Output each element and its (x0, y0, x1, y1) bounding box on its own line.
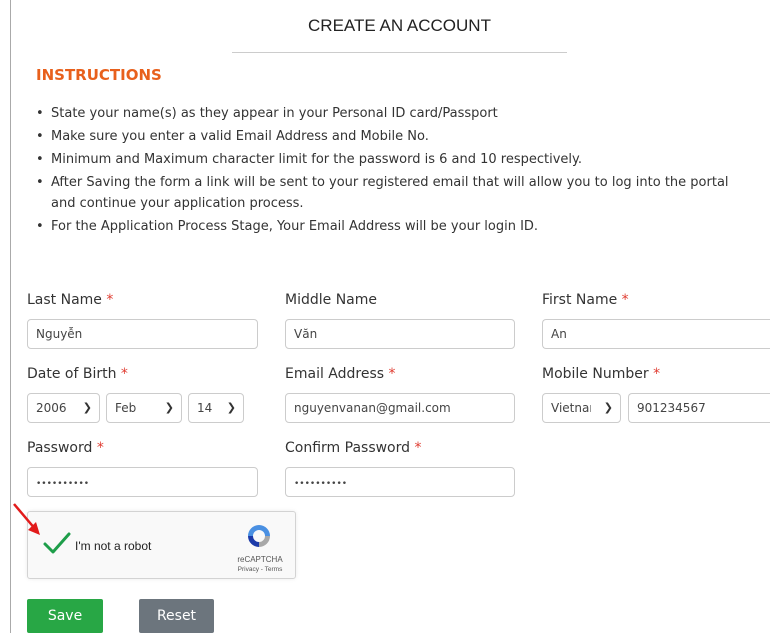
middle-name-label: Middle Name (285, 292, 377, 308)
required-mark: * (106, 292, 114, 308)
instruction-item: Minimum and Maximum character limit for … (36, 149, 756, 170)
required-mark: * (388, 366, 396, 382)
email-label: Email Address * (285, 366, 396, 382)
title-divider (232, 52, 567, 53)
confirm-password-label: Confirm Password * (285, 440, 421, 456)
confirm-password-masked-value[interactable]: •••••••••• (294, 479, 347, 489)
instruction-item: For the Application Process Stage, Your … (36, 216, 756, 237)
first-name-label: First Name * (542, 292, 629, 308)
mobile-label: Mobile Number * (542, 366, 660, 382)
chevron-down-icon: ❯ (226, 401, 236, 414)
recaptcha-brand: reCAPTCHA (237, 555, 283, 564)
save-button[interactable]: Save (27, 599, 103, 633)
first-name-input[interactable] (551, 320, 762, 348)
password-field[interactable]: •••••••••• (27, 467, 258, 497)
dob-year-value: 2006 (36, 401, 67, 415)
annotation-arrow-icon (13, 503, 40, 535)
last-name-label: Last Name * (27, 292, 113, 308)
country-code-select[interactable]: Vietnam ❯ (542, 393, 621, 423)
recaptcha-logo-icon (248, 525, 270, 547)
recaptcha-label: I'm not a robot (75, 539, 152, 553)
mobile-input[interactable] (637, 394, 762, 422)
last-name-field[interactable] (27, 319, 258, 349)
mobile-field[interactable] (628, 393, 770, 423)
dob-day-select[interactable]: 14 ❯ (188, 393, 244, 423)
instruction-item: State your name(s) as they appear in you… (36, 103, 756, 124)
first-name-label-text: First Name (542, 292, 618, 308)
instructions-heading: INSTRUCTIONS (36, 66, 162, 84)
dob-month-select[interactable]: Feb ❯ (106, 393, 182, 423)
page-title: CREATE AN ACCOUNT (308, 16, 491, 35)
email-input[interactable] (294, 394, 506, 422)
dob-month-value: Feb (115, 401, 137, 415)
email-field[interactable] (285, 393, 515, 423)
country-value: Vietnam (551, 401, 591, 415)
chevron-down-icon: ❯ (164, 401, 174, 414)
dob-day-value: 14 (197, 401, 213, 415)
middle-name-field[interactable] (285, 319, 515, 349)
required-mark: * (120, 366, 128, 382)
required-mark: * (621, 292, 629, 308)
dob-label-text: Date of Birth (27, 366, 117, 382)
last-name-input[interactable] (36, 320, 249, 348)
reset-button[interactable]: Reset (139, 599, 214, 633)
password-label-text: Password (27, 440, 93, 456)
chevron-down-icon: ❯ (82, 401, 92, 414)
middle-name-input[interactable] (294, 320, 506, 348)
instruction-item: After Saving the form a link will be sen… (36, 172, 756, 214)
confirm-password-field[interactable]: •••••••••• (285, 467, 515, 497)
first-name-field[interactable] (542, 319, 770, 349)
chevron-down-icon: ❯ (603, 401, 613, 414)
password-label: Password * (27, 440, 104, 456)
recaptcha-links[interactable]: Privacy - Terms (227, 566, 293, 573)
instruction-item: Make sure you enter a valid Email Addres… (36, 126, 756, 147)
required-mark: * (653, 366, 661, 382)
instructions-list: State your name(s) as they appear in you… (36, 103, 756, 239)
required-mark: * (96, 440, 104, 456)
recaptcha-widget: I'm not a robot reCAPTCHA Privacy - Term… (27, 511, 296, 579)
last-name-label-text: Last Name (27, 292, 102, 308)
confirm-password-label-text: Confirm Password (285, 440, 411, 456)
middle-name-label-text: Middle Name (285, 292, 377, 308)
mobile-label-text: Mobile Number (542, 366, 649, 382)
password-masked-value[interactable]: •••••••••• (36, 479, 89, 489)
dob-label: Date of Birth * (27, 366, 128, 382)
required-mark: * (414, 440, 422, 456)
dob-year-select[interactable]: 2006 ❯ (27, 393, 100, 423)
email-label-text: Email Address (285, 366, 385, 382)
